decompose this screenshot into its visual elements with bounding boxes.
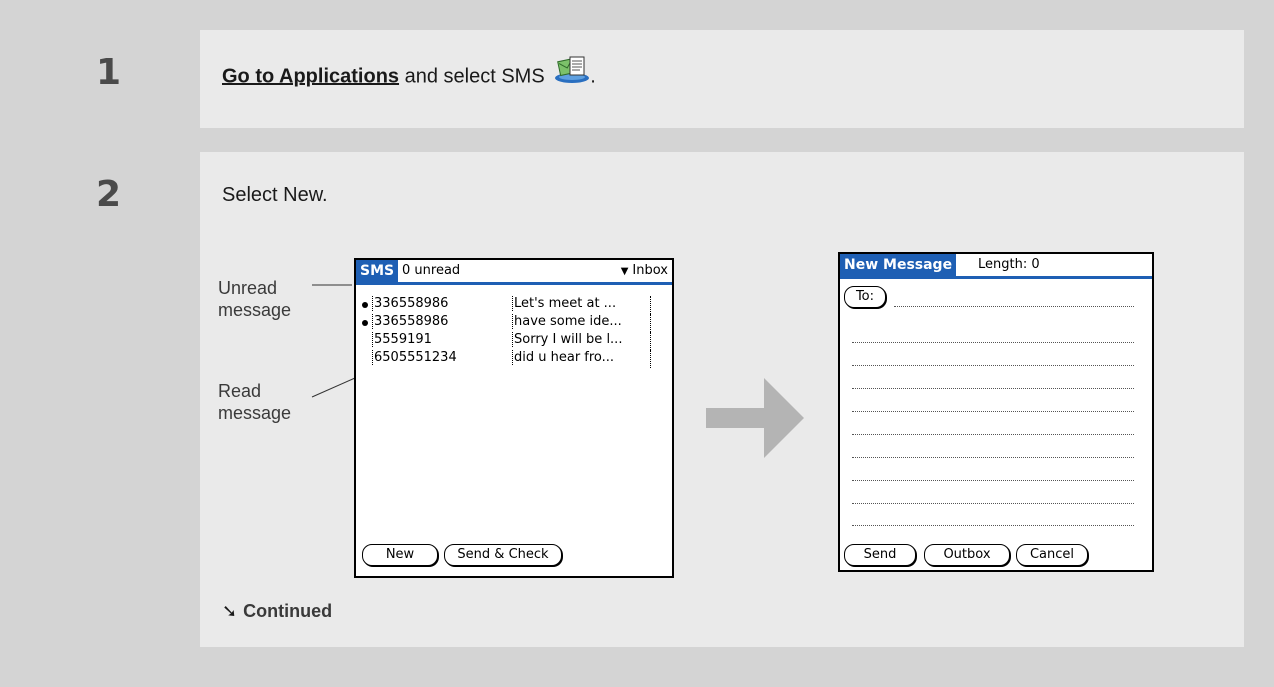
body-line[interactable] <box>852 434 1134 435</box>
message-row[interactable]: 336558986 Let's meet at ... <box>362 296 666 314</box>
arrow-right-icon <box>706 378 804 458</box>
chevron-down-icon: ▼ <box>620 266 629 277</box>
new-message-screen: New Message Length: 0 To: Send Outbox Ca… <box>838 252 1154 572</box>
message-preview: have some ide... <box>512 314 646 329</box>
folder-picker[interactable]: ▼ Inbox <box>621 260 668 282</box>
column-divider <box>650 332 651 350</box>
body-line[interactable] <box>852 388 1134 389</box>
cancel-button[interactable]: Cancel <box>1016 544 1088 566</box>
step-1-content: Go to Applications and select SMS . <box>200 30 1244 128</box>
body-line[interactable] <box>852 457 1134 458</box>
message-row[interactable]: 5559191 Sorry I will be l... <box>362 332 666 350</box>
body-line[interactable] <box>852 342 1134 343</box>
unread-bullet <box>362 302 368 308</box>
sender-number: 6505551234 <box>372 350 457 365</box>
new-message-header: New Message Length: 0 <box>840 254 1152 279</box>
length-label: Length: 0 <box>978 257 1040 272</box>
sender-number: 5559191 <box>372 332 432 347</box>
inbox-header: SMS 0 unread ▼ Inbox <box>356 260 672 285</box>
column-divider <box>650 296 651 314</box>
to-button[interactable]: To: <box>844 286 886 308</box>
send-and-check-button[interactable]: Send & Check <box>444 544 562 566</box>
continued-link[interactable]: ➘ Continued <box>222 601 332 622</box>
step-1-text: and select SMS <box>399 65 551 88</box>
step-2-number-cell: 2 <box>30 152 198 647</box>
step-1-suffix: . <box>590 65 596 88</box>
outbox-button[interactable]: Outbox <box>924 544 1010 566</box>
sms-app-icon <box>554 54 590 90</box>
arrow-down-right-icon: ➘ <box>222 601 238 621</box>
step-1-number-cell: 1 <box>30 30 198 128</box>
body-line[interactable] <box>852 365 1134 366</box>
step-1-instruction: Go to Applications and select SMS . <box>222 56 596 90</box>
to-field-line[interactable] <box>894 306 1134 307</box>
sms-tab[interactable]: SMS <box>356 260 399 282</box>
continued-label: Continued <box>243 601 333 621</box>
new-button[interactable]: New <box>362 544 438 566</box>
step-2-number: 2 <box>96 174 122 215</box>
sender-number: 336558986 <box>372 296 449 311</box>
folder-label: Inbox <box>632 263 668 278</box>
body-line[interactable] <box>852 480 1134 481</box>
new-message-tab: New Message <box>840 254 957 276</box>
unread-bullet <box>362 320 368 326</box>
column-divider <box>650 314 651 332</box>
message-row[interactable]: 336558986 have some ide... <box>362 314 666 332</box>
go-to-applications-link[interactable]: Go to Applications <box>222 65 399 87</box>
message-preview: Sorry I will be l... <box>512 332 646 347</box>
step-2-content: Select New. Unread message Read message … <box>200 152 1244 647</box>
body-line[interactable] <box>852 525 1134 526</box>
step-1-number: 1 <box>96 52 122 93</box>
unread-count: 0 unread <box>402 263 461 278</box>
send-button[interactable]: Send <box>844 544 916 566</box>
body-line[interactable] <box>852 503 1134 504</box>
sms-inbox-screen: SMS 0 unread ▼ Inbox 336558986 Let's meet… <box>354 258 674 578</box>
sender-number: 336558986 <box>372 314 449 329</box>
page-frame: 1 Go to Applications and select SMS . 2 <box>0 0 1274 687</box>
column-divider <box>650 350 651 368</box>
message-preview: did u hear fro... <box>512 350 646 365</box>
message-preview: Let's meet at ... <box>512 296 646 311</box>
message-row[interactable]: 6505551234 did u hear fro... <box>362 350 666 368</box>
body-line[interactable] <box>852 411 1134 412</box>
